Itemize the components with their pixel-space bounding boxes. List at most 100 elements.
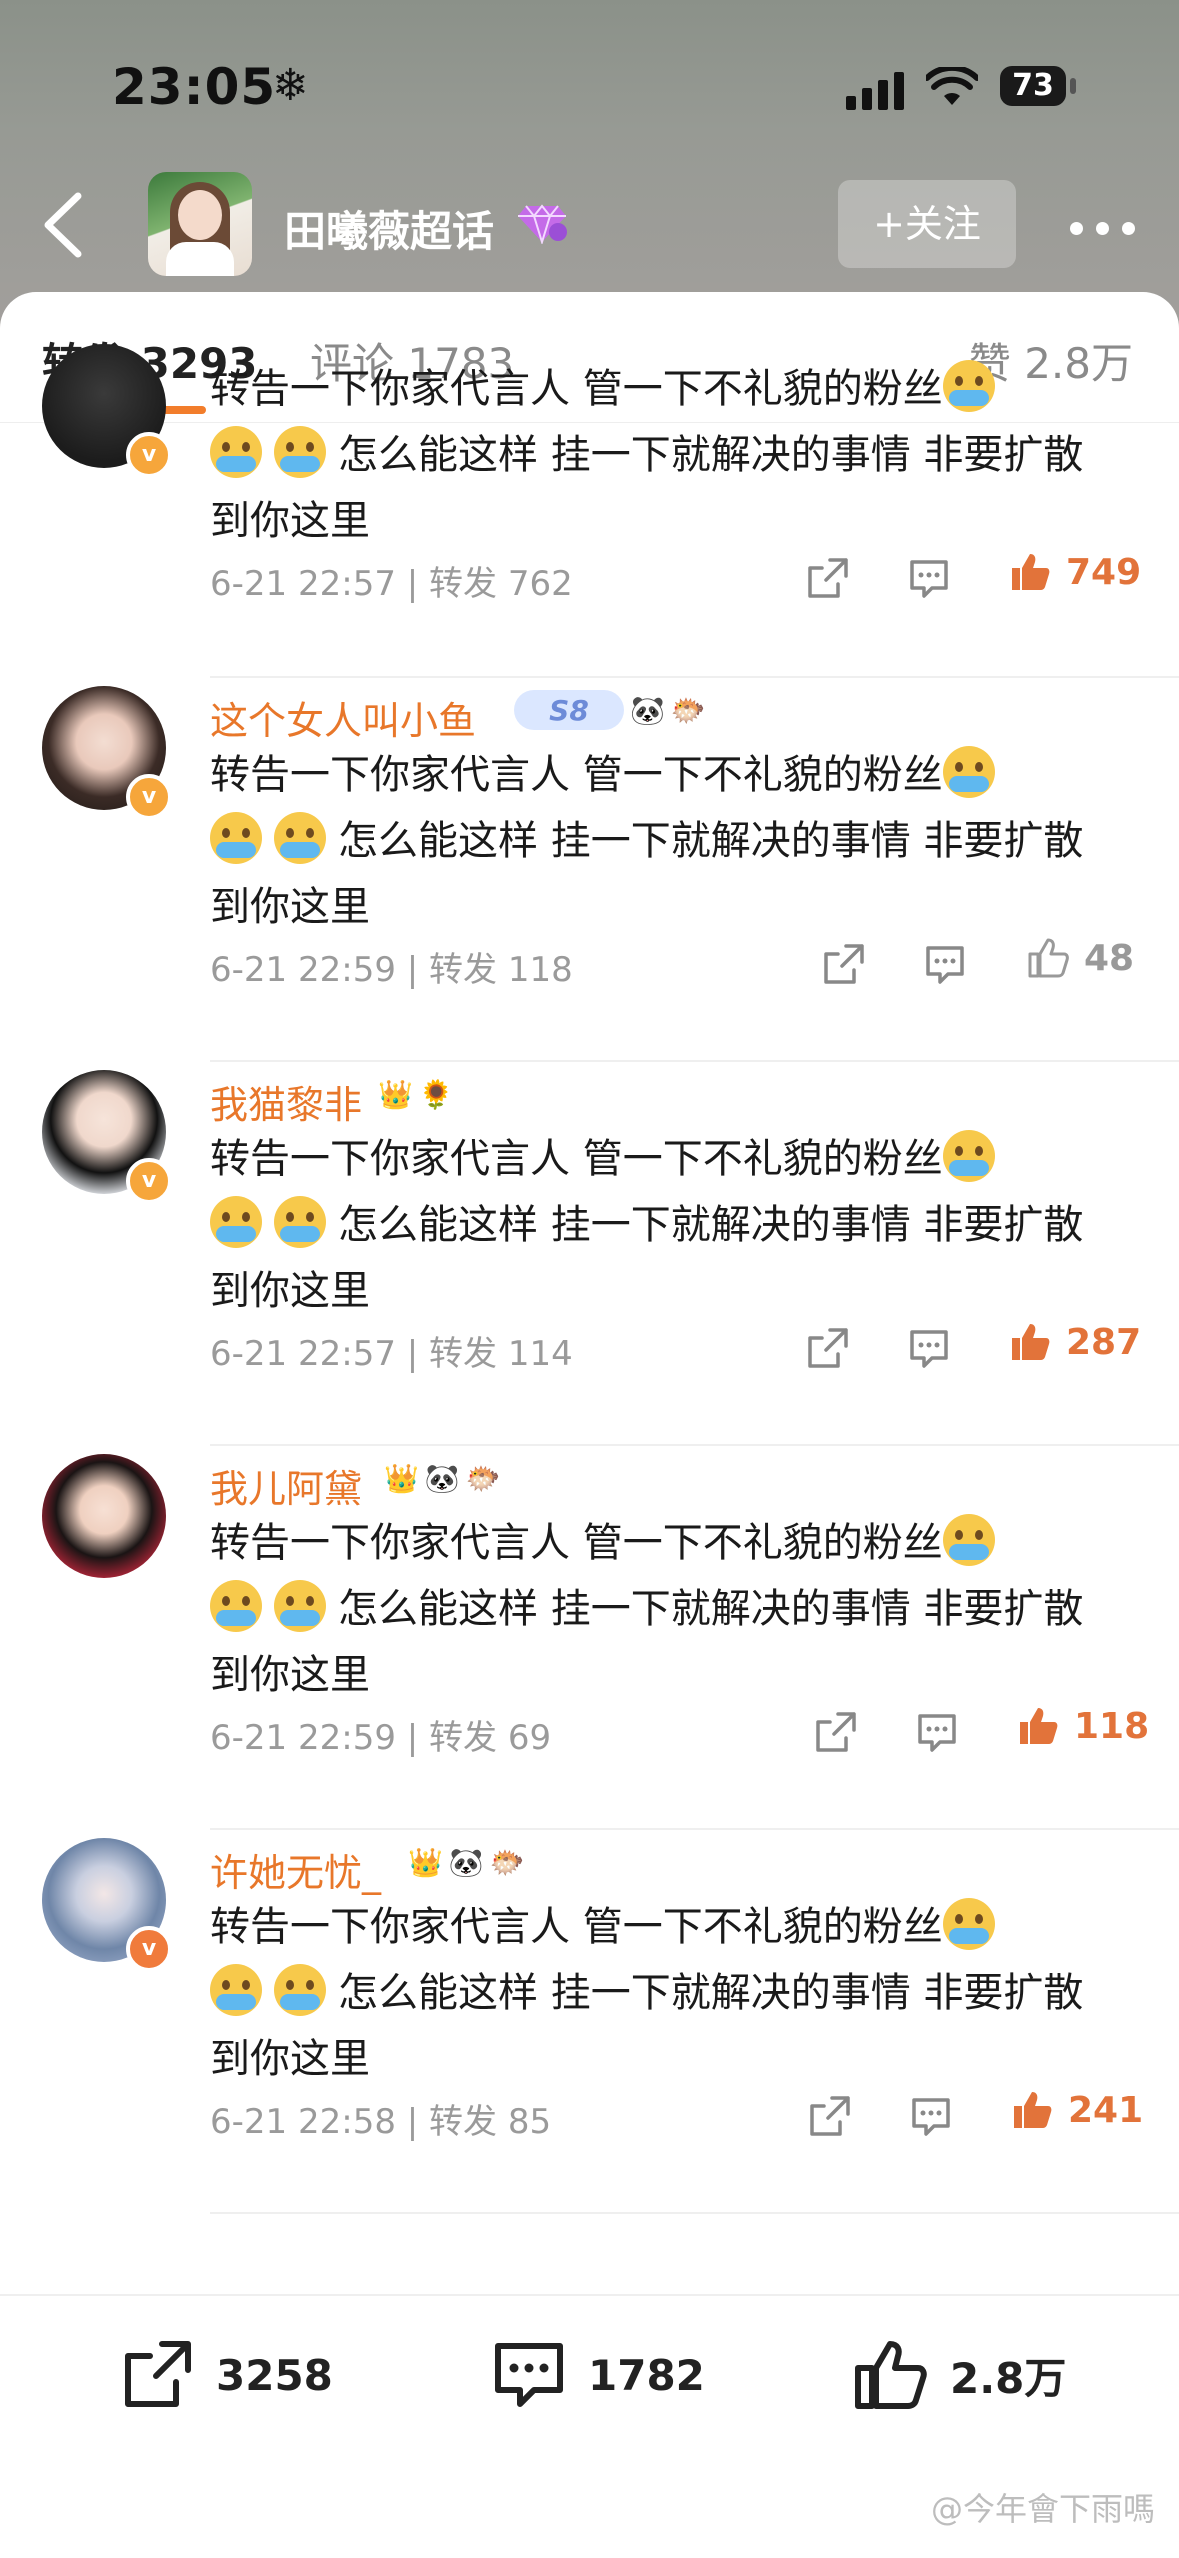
comment-icon[interactable] (906, 556, 952, 602)
post-text-line2: 怎么能这样 挂一下就解决的事情 非要扩散到你这里 (210, 1970, 1084, 2082)
crying-emoji-icon (942, 1514, 995, 1566)
topic-title[interactable]: 田曦薇超话 (284, 198, 494, 259)
divider (210, 2212, 1179, 2214)
comment-icon[interactable] (914, 1710, 960, 1756)
dot (1070, 222, 1083, 235)
thumbs-up-icon (1012, 1324, 1050, 1360)
crown-badge-icon: 👑 (384, 1461, 419, 1495)
battery-tip (1070, 78, 1076, 94)
like-button[interactable]: 287 (1008, 1320, 1141, 1364)
crying-emoji-icon (210, 1580, 262, 1632)
bottom-action-bar: 3258 1782 2.8万 @今年會下雨嗎 (0, 2294, 1179, 2558)
like-button[interactable]: 241 (1010, 2088, 1143, 2132)
crying-emoji-icon (274, 1964, 326, 2016)
list-item[interactable]: v 我猫黎非 👑 🌻 转告一下你家代言人 管一下不礼貌的粉丝 怎么能这样 挂一下… (0, 1062, 1179, 1446)
comment-button[interactable]: 1782 (490, 2336, 705, 2414)
post-meta: 6-21 22:57 | 转发 114 (210, 1334, 573, 1374)
username[interactable]: 这个女人叫小鱼 (210, 690, 476, 745)
list-item[interactable]: 我儿阿黛 👑 🐼 🐡 转告一下你家代言人 管一下不礼貌的粉丝 怎么能这样 挂一下… (0, 1446, 1179, 1830)
post-text-line1: 转告一下你家代言人 管一下不礼貌的粉丝 (210, 366, 943, 412)
like-count: 749 (1066, 551, 1142, 593)
list-item[interactable]: v 这个女人叫小鱼 S8 🐼 🐡 转告一下你家代言人 管一下不礼貌的粉丝 怎么能… (0, 678, 1179, 1062)
thumbs-up-icon (855, 2341, 927, 2409)
like-button[interactable]: 749 (1008, 550, 1141, 594)
like-count: 48 (1084, 937, 1135, 979)
comment-icon[interactable] (922, 942, 968, 988)
avatar-body (166, 242, 234, 276)
crying-emoji-icon (942, 746, 995, 798)
crying-emoji-icon (210, 812, 262, 864)
watermark: @今年會下雨嗎 (930, 2490, 1155, 2528)
like-button[interactable]: 48 (1026, 936, 1134, 980)
post-text-line2: 怎么能这样 挂一下就解决的事情 非要扩散到你这里 (210, 1202, 1084, 1314)
verified-badge-icon: v (126, 432, 172, 478)
like-count: 287 (1066, 1321, 1142, 1363)
avatar-face (178, 190, 222, 240)
crying-emoji-icon (210, 1964, 262, 2016)
repost-count: 3258 (216, 2350, 333, 2400)
post-text-line2: 怎么能这样 挂一下就解决的事情 非要扩散到你这里 (210, 432, 1084, 544)
post-text: 转告一下你家代言人 管一下不礼貌的粉丝 怎么能这样 挂一下就解决的事情 非要扩散… (210, 1126, 1110, 1324)
share-icon[interactable] (806, 2094, 852, 2140)
crying-emoji-icon (274, 1580, 326, 1632)
post-text-line1: 转告一下你家代言人 管一下不礼貌的粉丝 (210, 1520, 943, 1566)
cellular-signal-icon (846, 70, 906, 110)
crying-emoji-icon (942, 360, 995, 412)
share-icon[interactable] (804, 1326, 850, 1372)
post-text: 转告一下你家代言人 管一下不礼貌的粉丝 怎么能这样 挂一下就解决的事情 非要扩散… (210, 356, 1110, 554)
user-badges: S8 🐼 🐡 (514, 690, 706, 730)
sunflower-icon: 🌻 (418, 1077, 454, 1111)
chevron-left-icon (44, 192, 82, 258)
crying-emoji-icon (274, 812, 326, 864)
thumbs-up-icon (1020, 1708, 1058, 1744)
topic-avatar[interactable] (148, 172, 252, 276)
post-meta: 6-21 22:59 | 转发 69 (210, 1718, 552, 1758)
crown-badge-icon: 👑 (378, 1077, 413, 1111)
battery-indicator: 73 (1000, 66, 1066, 106)
dot (1096, 222, 1109, 235)
post-text-line2: 怎么能这样 挂一下就解决的事情 非要扩散到你这里 (210, 1586, 1084, 1698)
status-bar: 23:05 ❄ 73 (0, 0, 1179, 150)
comment-icon[interactable] (908, 2094, 954, 2140)
verified-badge-icon: v (126, 1158, 172, 1204)
username[interactable]: 我猫黎非 (210, 1074, 362, 1129)
comment-count: 1782 (588, 2350, 705, 2400)
post-text: 转告一下你家代言人 管一下不礼貌的粉丝 怎么能这样 挂一下就解决的事情 非要扩散… (210, 742, 1110, 940)
navigation-bar: 田曦薇超话 +关注 (0, 160, 1179, 290)
share-icon[interactable] (820, 942, 866, 988)
level-badge-icon: S8 (514, 690, 624, 730)
user-badges: 👑 🐼 🐡 (408, 1842, 525, 1882)
crying-emoji-icon (274, 426, 326, 478)
share-icon[interactable] (804, 556, 850, 602)
post-text-line2: 怎么能这样 挂一下就解决的事情 非要扩散到你这里 (210, 818, 1084, 930)
list-item[interactable]: v 许她无忧_ 👑 🐼 🐡 转告一下你家代言人 管一下不礼貌的粉丝 怎么能这样 … (0, 1830, 1179, 2214)
list-item[interactable]: v 转告一下你家代言人 管一下不礼貌的粉丝 怎么能这样 挂一下就解决的事情 非要… (0, 294, 1179, 678)
follow-button[interactable]: +关注 (838, 180, 1016, 268)
like-count: 241 (1068, 2089, 1144, 2131)
more-options-button[interactable] (1064, 190, 1144, 260)
like-count: 118 (1074, 1705, 1150, 1747)
panda-icon: 🐼 (448, 1845, 484, 1879)
post-text-line1: 转告一下你家代言人 管一下不礼貌的粉丝 (210, 1136, 943, 1182)
verified-badge-icon: v (126, 1926, 172, 1972)
post-text: 转告一下你家代言人 管一下不礼貌的粉丝 怎么能这样 挂一下就解决的事情 非要扩散… (210, 1510, 1110, 1708)
like-button[interactable]: 118 (1016, 1704, 1149, 1748)
repost-button[interactable]: 3258 (118, 2336, 333, 2414)
fish-icon: 🐡 (489, 1845, 525, 1879)
avatar[interactable] (42, 1454, 166, 1578)
like-count: 2.8万 (950, 2353, 1067, 2403)
crown-badge-icon: 👑 (408, 1845, 443, 1879)
snowflake-icon: ❄ (272, 60, 309, 111)
fish-icon: 🐡 (465, 1461, 501, 1495)
fish-icon: 🐡 (670, 693, 706, 727)
comment-icon[interactable] (906, 1326, 952, 1372)
thumbs-up-icon (1028, 938, 1069, 978)
user-badges: 👑 🌻 (378, 1074, 454, 1114)
thumbs-up-icon (1012, 554, 1050, 590)
username[interactable]: 许她无忧_ (210, 1842, 381, 1897)
post-text-line1: 转告一下你家代言人 管一下不礼貌的粉丝 (210, 752, 943, 798)
username[interactable]: 我儿阿黛 (210, 1458, 362, 1513)
like-button[interactable]: 2.8万 (852, 2336, 1066, 2414)
back-button[interactable] (34, 190, 94, 260)
share-icon[interactable] (812, 1710, 858, 1756)
